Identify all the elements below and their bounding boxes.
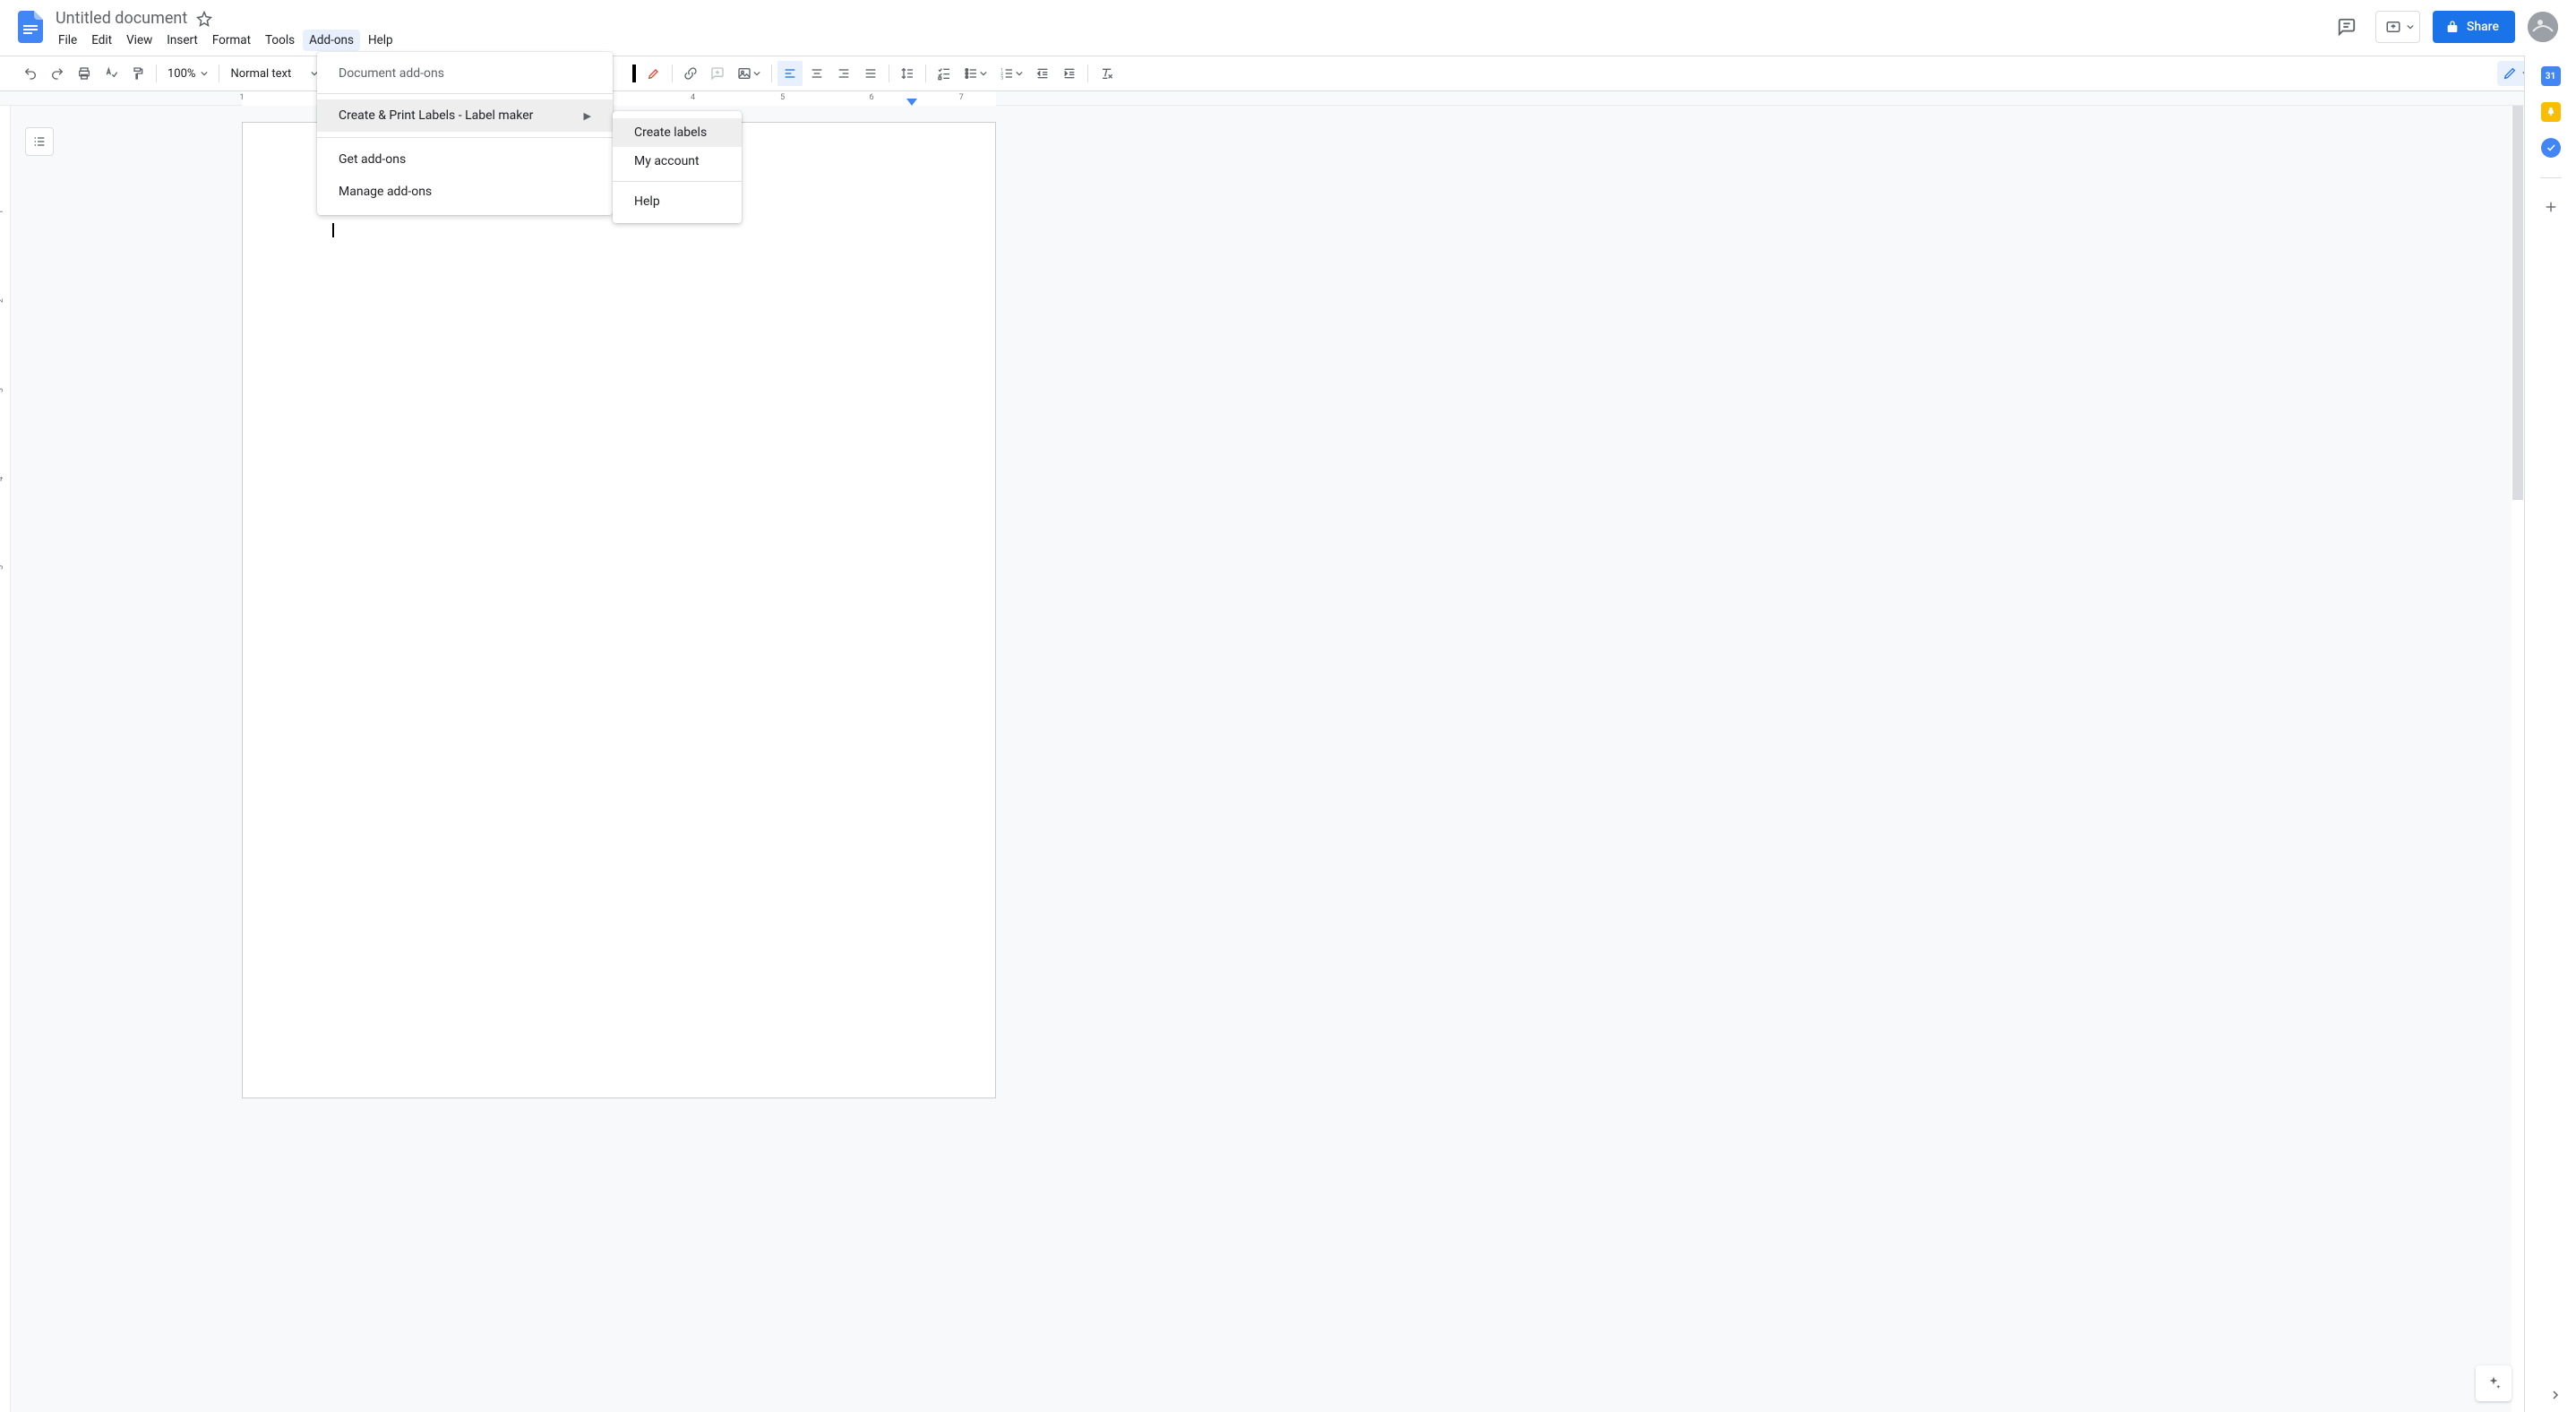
- styles-select[interactable]: Normal text: [225, 61, 323, 86]
- menu-format[interactable]: Format: [206, 30, 257, 51]
- titlebar: Untitled document File Edit View Insert …: [0, 0, 2576, 56]
- line-spacing-button[interactable]: [895, 61, 920, 86]
- dropdown-header: Document add-ons: [317, 59, 613, 88]
- spellcheck-button[interactable]: [99, 61, 124, 86]
- bulleted-list-button[interactable]: [958, 61, 992, 86]
- checklist-button[interactable]: [932, 61, 957, 86]
- vertical-ruler[interactable]: 1 2 3 4 5: [0, 106, 11, 1412]
- paint-format-button[interactable]: [125, 61, 150, 86]
- ruler-num: 6: [870, 93, 874, 102]
- comments-button[interactable]: [2331, 11, 2363, 43]
- calendar-icon[interactable]: 31: [2541, 66, 2561, 86]
- menu-view[interactable]: View: [120, 30, 159, 51]
- scrollbar[interactable]: [2512, 106, 2524, 1412]
- image-button[interactable]: [732, 61, 766, 86]
- submenu-help[interactable]: Help: [613, 187, 742, 216]
- share-label: Share: [2467, 20, 2499, 34]
- highlight-button[interactable]: [641, 61, 666, 86]
- workspace: 1 2 3 4 5: [0, 106, 2524, 1412]
- align-left-button[interactable]: [777, 61, 803, 86]
- align-justify-button[interactable]: [858, 61, 883, 86]
- outline-toggle[interactable]: [25, 127, 54, 156]
- add-addon-icon[interactable]: [2542, 198, 2560, 216]
- svg-text:3: 3: [1001, 76, 1004, 81]
- share-button[interactable]: Share: [2433, 11, 2515, 43]
- submenu-arrow-icon: ▶: [584, 110, 591, 122]
- star-icon[interactable]: [196, 11, 212, 27]
- ruler-num: 5: [780, 93, 785, 102]
- redo-button[interactable]: [45, 61, 70, 86]
- numbered-list-button[interactable]: 123: [994, 61, 1028, 86]
- explore-button[interactable]: [2476, 1365, 2512, 1401]
- ruler-num: 4: [691, 93, 695, 102]
- chevron-down-icon: [2407, 23, 2414, 30]
- comment-add-button[interactable]: [705, 61, 730, 86]
- print-button[interactable]: [72, 61, 97, 86]
- pencil-icon: [2503, 66, 2517, 81]
- chevron-down-icon: [1016, 70, 1023, 77]
- clear-format-button[interactable]: [1094, 61, 1119, 86]
- addons-dropdown: Document add-ons Create & Print Labels -…: [317, 52, 613, 215]
- avatar[interactable]: [2528, 12, 2558, 42]
- submenu-my-account[interactable]: My account: [613, 147, 742, 176]
- dropdown-item-get-addons[interactable]: Get add-ons: [317, 143, 613, 176]
- indent-increase-button[interactable]: [1057, 61, 1082, 86]
- lock-icon: [2445, 20, 2460, 34]
- text-color-swatch[interactable]: [632, 65, 636, 82]
- hide-sidepanel-button[interactable]: [2551, 1390, 2560, 1399]
- menu-tools[interactable]: Tools: [259, 30, 301, 51]
- menu-edit[interactable]: Edit: [85, 30, 118, 51]
- undo-button[interactable]: [18, 61, 43, 86]
- dropdown-item-labelmaker[interactable]: Create & Print Labels - Label maker ▶: [317, 99, 613, 132]
- tasks-icon[interactable]: [2541, 138, 2561, 158]
- menu-help[interactable]: Help: [362, 30, 399, 51]
- dropdown-item-label: Create & Print Labels - Label maker: [339, 108, 533, 123]
- side-panel: 31: [2524, 56, 2576, 1412]
- docs-logo[interactable]: [13, 9, 48, 45]
- align-right-button[interactable]: [831, 61, 856, 86]
- align-center-button[interactable]: [804, 61, 829, 86]
- right-indent-marker[interactable]: [906, 99, 917, 106]
- menubar: File Edit View Insert Format Tools Add-o…: [52, 30, 399, 51]
- menu-addons[interactable]: Add-ons: [303, 30, 360, 51]
- addons-submenu: Create labels My account Help: [613, 111, 742, 223]
- menu-file[interactable]: File: [52, 30, 83, 51]
- dropdown-item-label: Get add-ons: [339, 152, 406, 167]
- chevron-down-icon: [753, 70, 760, 77]
- ruler-num: 7: [959, 93, 964, 102]
- page[interactable]: [242, 122, 996, 1098]
- doc-title[interactable]: Untitled document: [52, 7, 191, 30]
- zoom-select[interactable]: 100%: [162, 61, 213, 86]
- menu-insert[interactable]: Insert: [160, 30, 204, 51]
- chevron-down-icon: [201, 70, 208, 77]
- indent-decrease-button[interactable]: [1030, 61, 1055, 86]
- submenu-create-labels[interactable]: Create labels: [613, 118, 742, 147]
- present-button[interactable]: [2375, 11, 2420, 43]
- chevron-down-icon: [980, 70, 987, 77]
- keep-icon[interactable]: [2541, 102, 2561, 122]
- dropdown-item-label: Manage add-ons: [339, 185, 432, 199]
- dropdown-item-manage-addons[interactable]: Manage add-ons: [317, 176, 613, 208]
- text-caret: [332, 223, 334, 237]
- link-button[interactable]: [678, 61, 703, 86]
- ruler-num: 1: [239, 93, 244, 102]
- scrollbar-thumb[interactable]: [2512, 106, 2523, 500]
